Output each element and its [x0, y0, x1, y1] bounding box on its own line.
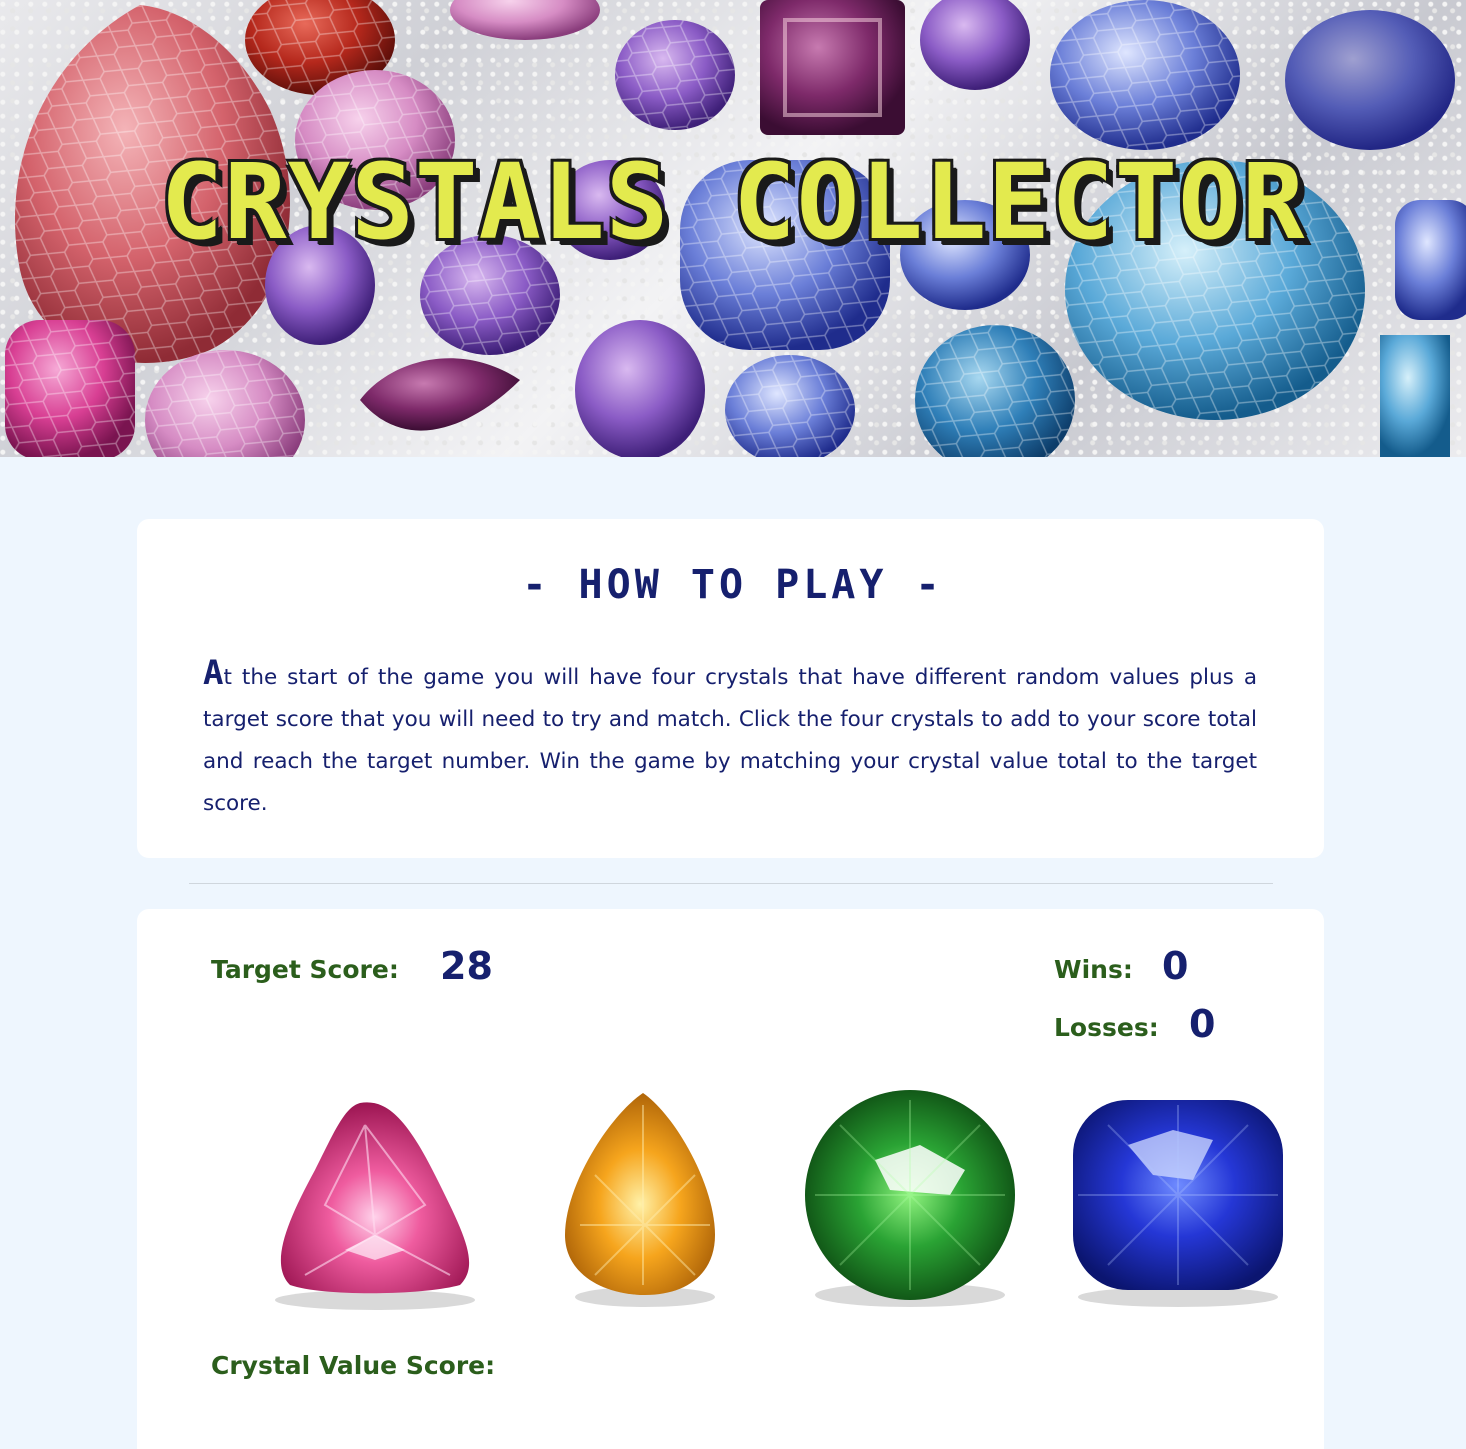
wins-value: 0	[1162, 944, 1189, 988]
blue-cushion-crystal-icon	[1073, 1100, 1283, 1307]
orange-pear-crystal-icon	[565, 1093, 715, 1307]
section-divider	[189, 883, 1273, 884]
wins-label: Wins:	[1054, 955, 1133, 984]
target-score-value: 28	[440, 944, 493, 988]
orange-pear-crystal-button[interactable]	[535, 1085, 755, 1315]
site-title: CRYSTALS COLLECTOR	[160, 141, 1306, 263]
losses-label: Losses:	[1054, 1013, 1159, 1042]
pink-trillion-crystal-button[interactable]	[265, 1085, 485, 1315]
instructions-dropcap: A	[203, 653, 224, 693]
pink-trillion-crystal-icon	[275, 1102, 475, 1310]
how-to-play-heading: - HOW TO PLAY -	[522, 562, 944, 608]
green-round-crystal-button[interactable]	[800, 1090, 1020, 1320]
green-round-crystal-icon	[805, 1090, 1015, 1307]
losses-value: 0	[1189, 1002, 1216, 1046]
blue-cushion-crystal-button[interactable]	[1068, 1085, 1288, 1315]
crystal-value-score-label: Crystal Value Score:	[211, 1351, 496, 1380]
hero-banner: CRYSTALS COLLECTOR	[0, 0, 1466, 457]
instructions-text: t the start of the game you will have fo…	[203, 665, 1257, 816]
how-to-play-instructions: At the start of the game you will have f…	[203, 652, 1257, 825]
target-score-label: Target Score:	[211, 955, 399, 984]
